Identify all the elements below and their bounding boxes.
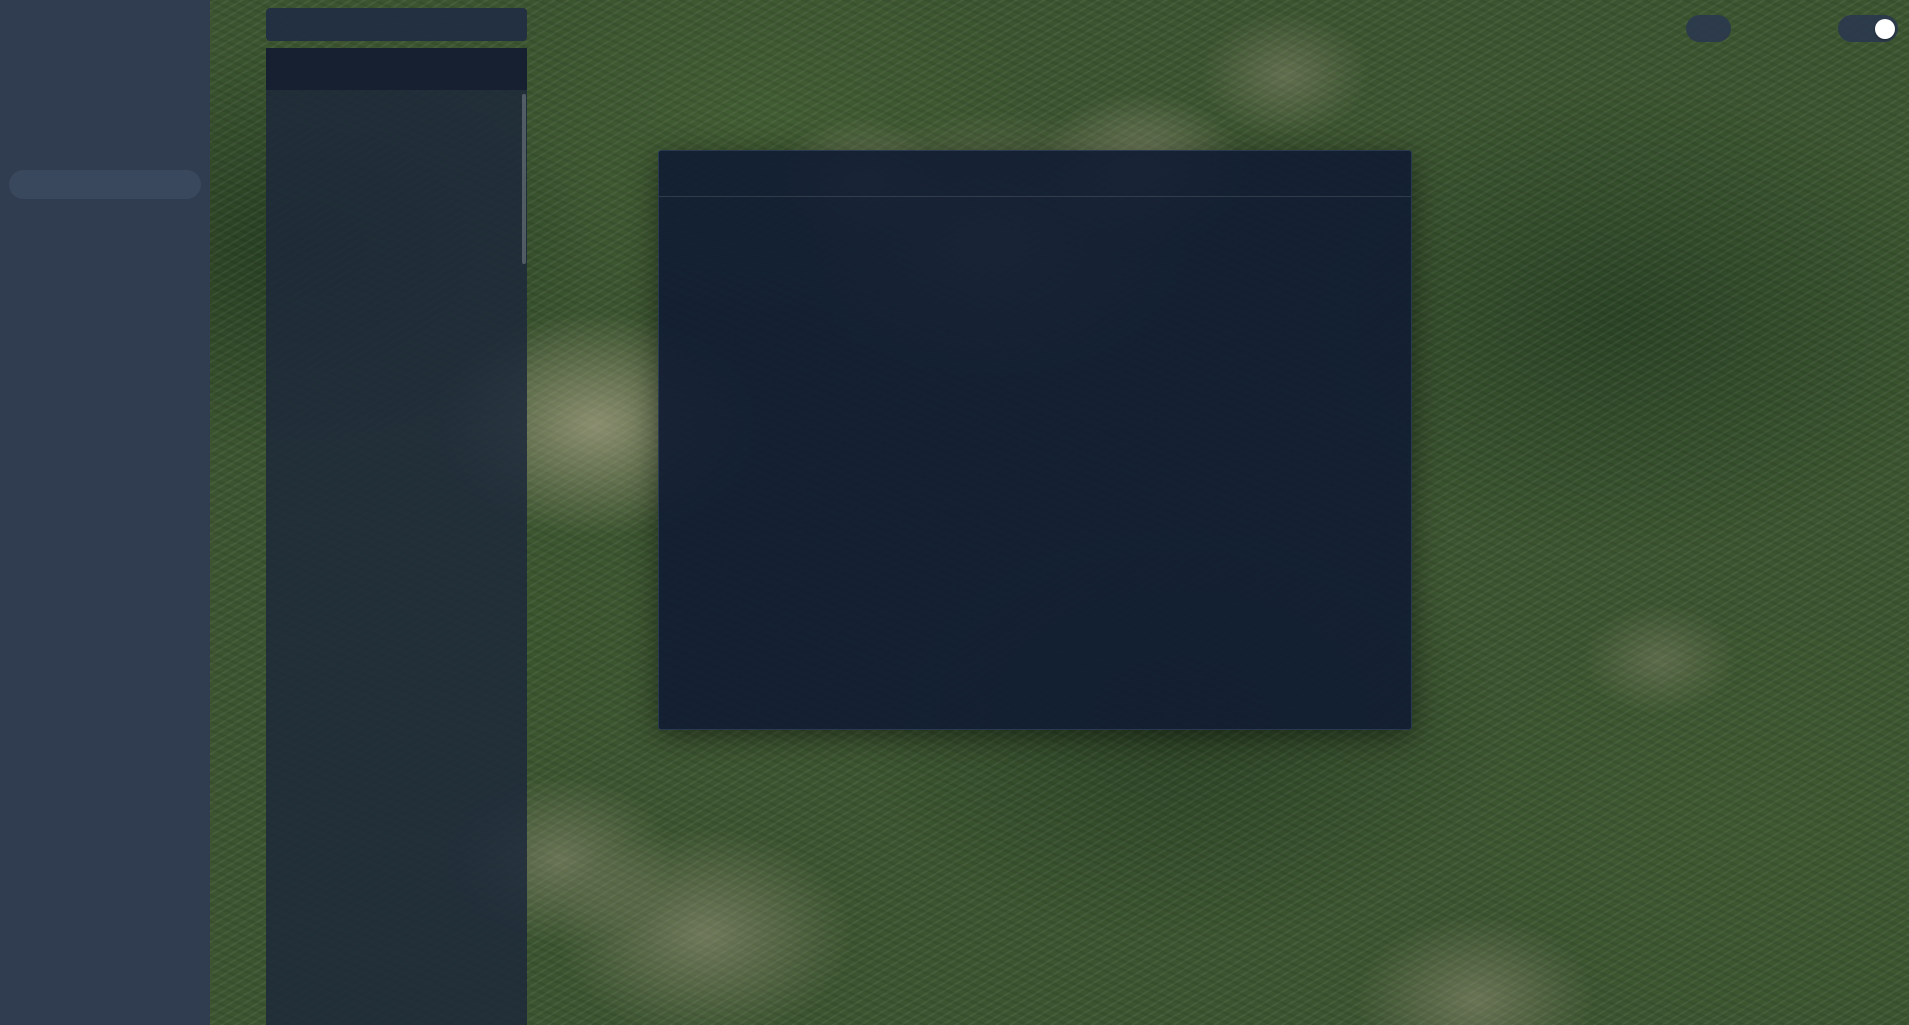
over-plan-badge[interactable]: [1686, 15, 1731, 42]
app-root: [0, 0, 1909, 1025]
station-search-input[interactable]: [278, 17, 499, 32]
chevron-down-icon: [500, 63, 513, 76]
sidebar: [0, 0, 210, 1025]
source-type-filter[interactable]: [494, 63, 513, 76]
detail-toggle[interactable]: [1838, 15, 1898, 42]
station-list-panel: [266, 48, 527, 1025]
search-icon: [19, 178, 33, 192]
search-icon[interactable]: [499, 17, 515, 33]
station-detail-modal: [658, 150, 1412, 730]
flask-icon: [1696, 21, 1711, 36]
station-list: [266, 90, 527, 1025]
list-header: [266, 48, 527, 90]
sidebar-search-input[interactable]: [40, 177, 190, 192]
sidebar-search: [9, 170, 201, 199]
toggle-knob-icon: [1875, 19, 1895, 39]
plan-vs-intake-chart: [659, 151, 1413, 731]
scrollbar[interactable]: [522, 94, 526, 264]
station-search: [266, 8, 527, 41]
modal-titlebar: [659, 151, 1411, 197]
